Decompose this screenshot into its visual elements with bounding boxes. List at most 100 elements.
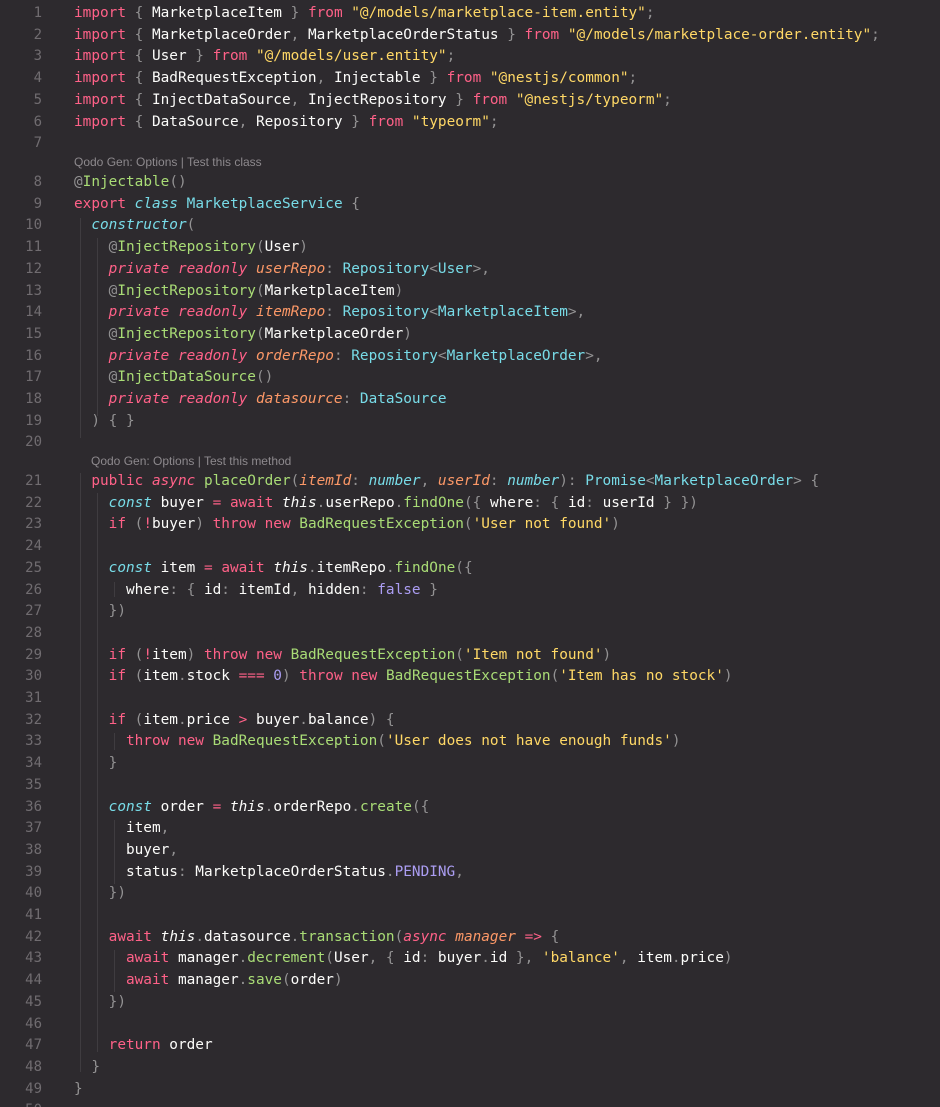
code-token: : {	[169, 581, 204, 598]
code-line[interactable]: item,	[74, 818, 169, 840]
code-token: (	[377, 733, 386, 750]
code-token: :	[420, 950, 438, 967]
code-line[interactable]: throw new BadRequestException('User does…	[74, 731, 681, 753]
line-number: 49	[25, 1080, 42, 1097]
code-token: :	[325, 304, 343, 321]
code-line[interactable]: const item = await this.itemRepo.findOne…	[74, 558, 473, 580]
code-line[interactable]: import { User } from "@/models/user.enti…	[74, 46, 455, 68]
code-token: userRepo	[255, 260, 326, 277]
code-line[interactable]: private readonly orderRepo: Repository<M…	[74, 346, 603, 368]
line-number: 16	[25, 347, 42, 364]
line-number: 30	[25, 668, 42, 685]
code-token: this	[160, 928, 196, 945]
code-token: MarketplaceOrder	[264, 325, 404, 342]
code-token: },	[507, 950, 542, 967]
code-editor[interactable]: Qodo Gen: Options | Test this class Qodo…	[0, 0, 940, 1107]
code-token: Injectable	[333, 70, 421, 87]
code-token: 'User does not have enough funds'	[385, 733, 672, 750]
code-token: async	[151, 473, 196, 489]
line-number: 25	[25, 559, 42, 576]
code-token: )	[394, 282, 404, 299]
code-line[interactable]: where: { id: itemId, hidden: false }	[74, 580, 438, 602]
code-line[interactable]: ) { }	[74, 411, 134, 433]
line-number: 23	[25, 516, 42, 533]
code-line[interactable]: @InjectRepository(MarketplaceOrder)	[74, 324, 412, 346]
code-line[interactable]: }	[74, 1057, 100, 1079]
code-line[interactable]: public async placeOrder(itemId: number, …	[74, 471, 819, 493]
code-line[interactable]: await manager.decrement(User, { id: buye…	[74, 948, 733, 970]
code-token: )	[602, 646, 612, 663]
code-token: :	[333, 347, 352, 364]
code-token: ;	[628, 70, 638, 87]
code-line[interactable]: if (!item) throw new BadRequestException…	[74, 645, 612, 667]
code-line[interactable]: import { DataSource, Repository } from "…	[74, 112, 499, 134]
code-line[interactable]: return order	[74, 1035, 213, 1057]
line-number: 24	[25, 538, 42, 555]
code-line[interactable]: if (item.price > buyer.balance) {	[74, 710, 395, 732]
line-number: 35	[25, 776, 42, 793]
code-line[interactable]: import { MarketplaceOrder, MarketplaceOr…	[74, 25, 880, 47]
code-token: datasource	[255, 391, 343, 407]
code-line[interactable]: if (!buyer) throw new BadRequestExceptio…	[74, 514, 620, 536]
code-line[interactable]: const order = this.orderRepo.create({	[74, 797, 430, 819]
codelens-method[interactable]: Qodo Gen: Options | Test this method	[91, 453, 291, 469]
code-token: )	[195, 516, 213, 533]
code-line[interactable]: import { MarketplaceItem } from "@/model…	[74, 3, 655, 25]
code-line[interactable]: })	[74, 883, 126, 905]
code-line[interactable]: @InjectRepository(User)	[74, 237, 308, 259]
code-line[interactable]: import { InjectDataSource, InjectReposit…	[74, 90, 672, 112]
code-line[interactable]: }	[74, 1079, 83, 1101]
code-token: ({	[463, 494, 490, 511]
line-number: 27	[25, 603, 42, 620]
code-line[interactable]: private readonly itemRepo: Repository<Ma…	[74, 302, 586, 324]
code-line[interactable]: })	[74, 601, 126, 623]
code-token: InjectRepository	[117, 282, 256, 299]
code-token: })	[108, 603, 126, 620]
code-token: "@/models/marketplace-item.entity"	[342, 5, 646, 21]
code-line[interactable]: await this.datasource.transaction(async …	[74, 927, 560, 949]
code-token: from	[524, 26, 560, 43]
code-line[interactable]: buyer,	[74, 840, 178, 862]
code-token: :	[342, 391, 360, 407]
code-token: private readonly	[108, 260, 248, 277]
code-token: import	[74, 26, 126, 43]
code-line[interactable]: @InjectDataSource()	[74, 367, 274, 389]
code-token: })	[108, 885, 126, 902]
code-token: 'Item has no stock'	[559, 668, 724, 685]
code-token: }	[342, 113, 369, 130]
code-token: Repository	[351, 347, 438, 364]
code-line[interactable]: constructor(	[74, 215, 195, 237]
code-token: (	[550, 668, 560, 685]
code-line[interactable]: if (item.stock === 0) throw new BadReque…	[74, 666, 733, 688]
code-line[interactable]: await manager.save(order)	[74, 970, 343, 992]
code-token: from	[307, 5, 343, 21]
code-token: .	[351, 798, 360, 815]
code-token: const	[108, 494, 152, 511]
code-token: )	[611, 516, 620, 533]
code-token: ()	[255, 369, 274, 386]
code-line[interactable]: status: MarketplaceOrderStatus.PENDING,	[74, 862, 464, 884]
code-line[interactable]: })	[74, 992, 126, 1014]
code-token: private readonly	[108, 304, 248, 321]
code-line[interactable]: @InjectRepository(MarketplaceItem)	[74, 281, 404, 303]
code-line[interactable]: import { BadRequestException, Injectable…	[74, 68, 637, 90]
code-token: if	[108, 646, 126, 663]
code-line[interactable]: private readonly datasource: DataSource	[74, 389, 447, 411]
code-line[interactable]: @Injectable()	[74, 172, 187, 194]
code-token: false	[377, 581, 421, 598]
code-line[interactable]: private readonly userRepo: Repository<Us…	[74, 259, 490, 281]
code-token: where	[74, 581, 170, 598]
code-token: number	[368, 473, 421, 489]
codelens-class[interactable]: Qodo Gen: Options | Test this class	[74, 154, 262, 170]
code-line[interactable]: }	[74, 753, 118, 775]
code-token: BadRequestException	[299, 516, 464, 533]
code-token: InjectRepository	[117, 325, 256, 342]
code-token: "@nestjs/typeorm"	[507, 91, 664, 108]
code-line[interactable]: const buyer = await this.userRepo.findOn…	[74, 493, 698, 515]
code-line[interactable]: export class MarketplaceService {	[74, 194, 360, 216]
